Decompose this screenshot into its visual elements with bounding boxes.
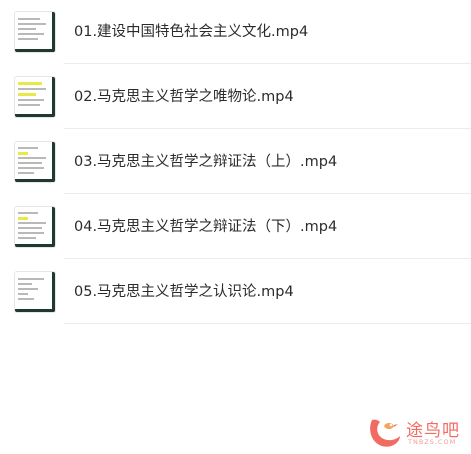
row-divider — [64, 63, 471, 64]
file-row[interactable]: 01.建设中国特色社会主义文化.mp4 — [0, 0, 471, 64]
video-thumbnail-icon — [15, 77, 55, 117]
video-thumbnail-icon — [15, 272, 55, 312]
video-thumbnail-icon — [15, 207, 55, 247]
row-divider — [64, 258, 471, 259]
watermark-logo: 途鸟吧 TNBZS.COM — [366, 412, 466, 452]
file-row[interactable]: 04.马克思主义哲学之辩证法（下）.mp4 — [0, 195, 471, 259]
file-name[interactable]: 05.马克思主义哲学之认识论.mp4 — [74, 260, 294, 324]
row-divider — [64, 193, 471, 194]
video-thumbnail-icon — [15, 12, 55, 52]
row-divider — [64, 128, 471, 129]
bird-logo-icon — [370, 419, 400, 447]
file-row[interactable]: 05.马克思主义哲学之认识论.mp4 — [0, 260, 471, 324]
video-thumbnail-icon — [15, 142, 55, 182]
file-name[interactable]: 02.马克思主义哲学之唯物论.mp4 — [74, 65, 294, 129]
file-name[interactable]: 01.建设中国特色社会主义文化.mp4 — [74, 0, 308, 64]
file-name[interactable]: 04.马克思主义哲学之辩证法（下）.mp4 — [74, 195, 337, 259]
watermark-subtext: TNBZS.COM — [408, 438, 457, 446]
file-row[interactable]: 02.马克思主义哲学之唯物论.mp4 — [0, 65, 471, 129]
file-name[interactable]: 03.马克思主义哲学之辩证法（上）.mp4 — [74, 130, 337, 194]
file-row[interactable]: 03.马克思主义哲学之辩证法（上）.mp4 — [0, 130, 471, 194]
row-divider — [64, 323, 471, 324]
